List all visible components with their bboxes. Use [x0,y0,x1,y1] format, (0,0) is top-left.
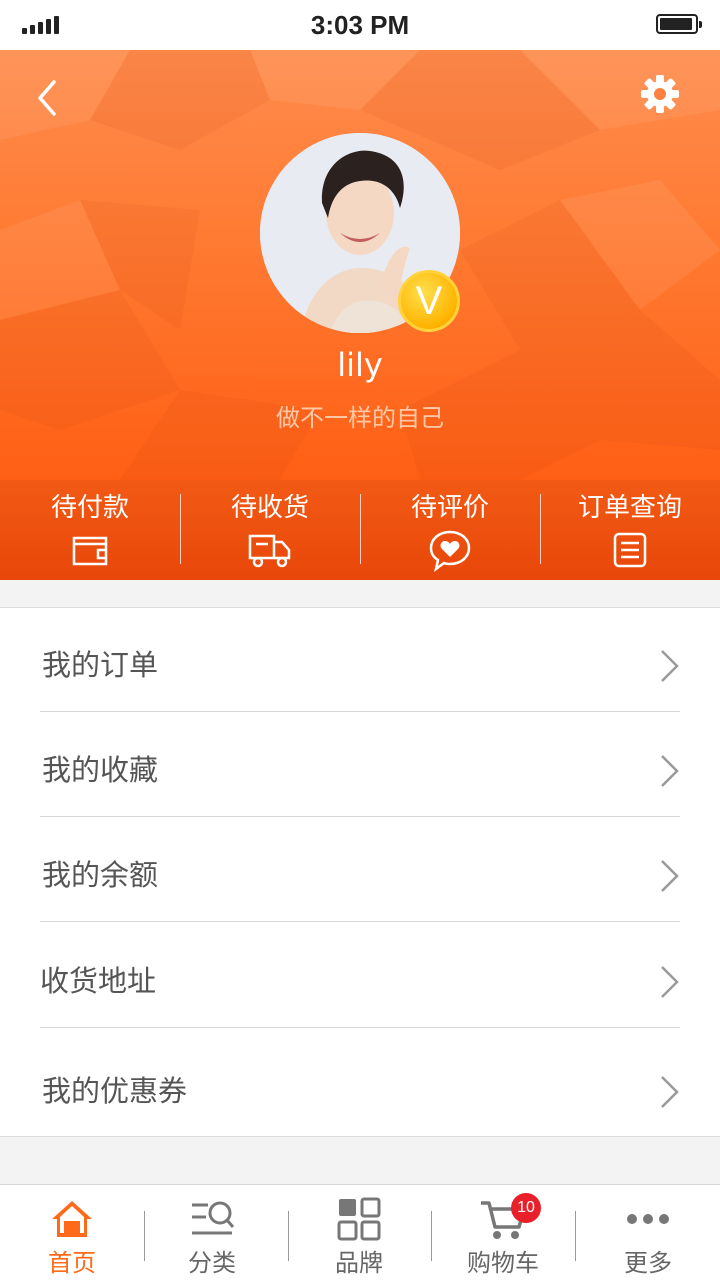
tab-more[interactable]: 更多 [576,1185,720,1280]
menu-item-label: 我的余额 [42,858,159,892]
tab-label: 购物车 [467,1249,539,1277]
menu-item-label: 我的收藏 [42,753,159,787]
order-query[interactable]: 订单查询 [540,480,720,580]
divider [40,921,680,922]
tab-label: 分类 [188,1249,236,1277]
chevron-right-icon [661,650,679,682]
menu-item-label: 收货地址 [40,964,157,998]
status-time: 3:03 PM [310,10,410,40]
gear-icon[interactable] [638,72,682,116]
tab-label: 首页 [48,1249,96,1277]
menu-item-balance[interactable]: 我的余额 [40,818,680,922]
heart-chat-icon [429,530,471,572]
chevron-right-icon [661,966,679,998]
divider [40,1027,680,1028]
chevron-right-icon [661,755,679,787]
menu-item-favorites[interactable]: 我的收藏 [40,713,680,817]
chevron-right-icon [661,1076,679,1108]
bottom-tab-bar: 首页 分类 品牌 10 购物车 更多 [0,1184,720,1280]
battery-full-icon [656,14,702,34]
status-bar: 3:03 PM [0,0,720,50]
order-pending-delivery-label: 待收货 [230,493,309,523]
menu-item-label: 我的订单 [42,648,159,682]
more-dots-icon [627,1214,669,1224]
menu-item-label: 我的优惠券 [42,1074,188,1108]
divider [40,711,680,712]
profile-header: V lily 做不一样的自己 [0,50,720,480]
tab-home[interactable]: 首页 [0,1185,144,1280]
order-pending-payment[interactable]: 待付款 [0,480,180,580]
delivery-truck-icon [248,534,291,568]
menu-item-coupons[interactable]: 我的优惠券 [40,1034,680,1138]
menu-item-my-orders[interactable]: 我的订单 [40,608,680,712]
document-list-icon [613,532,647,568]
order-pending-delivery[interactable]: 待收货 [180,480,360,580]
wallet-icon [72,536,108,566]
order-status-bar: 待付款 待收货 待评价 订单查询 [0,480,720,580]
divider [40,816,680,817]
tab-label: 品牌 [335,1249,383,1277]
cart-count-badge: 10 [511,1193,541,1223]
order-query-label: 订单查询 [577,493,682,523]
tab-brand[interactable]: 品牌 [287,1185,431,1280]
chevron-left-icon[interactable] [28,76,68,120]
order-pending-review-label: 待评价 [410,493,489,523]
username: lily [337,346,383,384]
user-motto: 做不一样的自己 [276,404,444,432]
menu-item-address[interactable]: 收货地址 [40,924,680,1028]
category-search-icon [192,1201,234,1235]
grid-icon [337,1197,381,1241]
order-pending-review[interactable]: 待评价 [360,480,540,580]
vip-badge: V [398,270,460,332]
tab-label: 更多 [624,1249,672,1277]
tab-category[interactable]: 分类 [140,1185,284,1280]
chevron-right-icon [661,860,679,892]
order-pending-payment-label: 待付款 [50,493,129,523]
home-icon [52,1201,92,1237]
tab-cart[interactable]: 10 购物车 [431,1185,575,1280]
profile-menu: 我的订单 我的收藏 我的余额 收货地址 我的优惠券 [0,607,720,1137]
